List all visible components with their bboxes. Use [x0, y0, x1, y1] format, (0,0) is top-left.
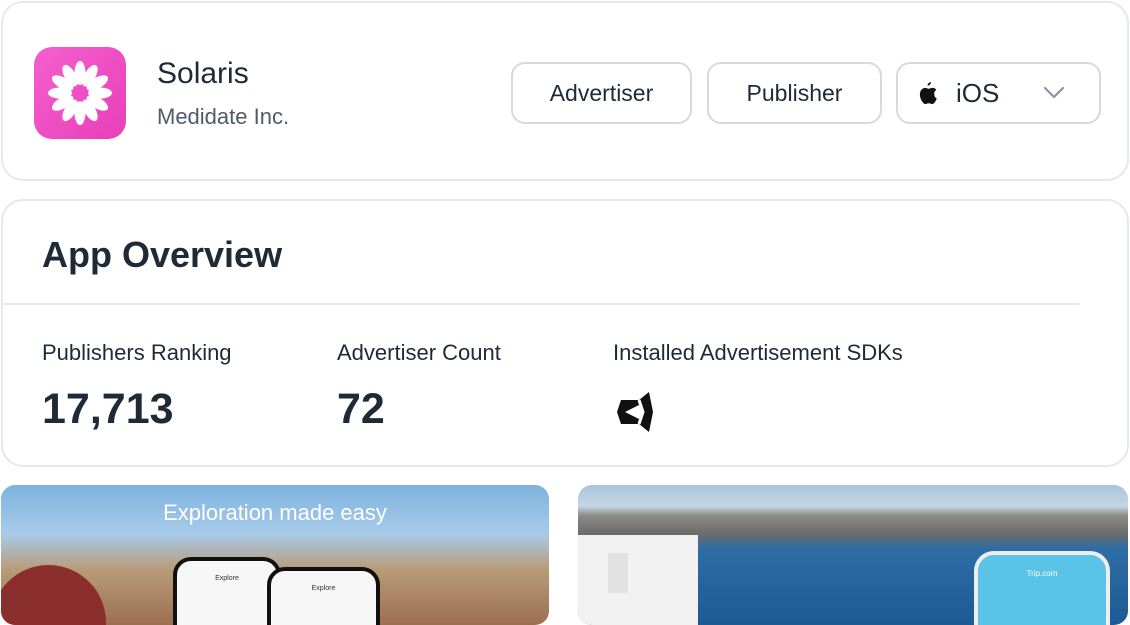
phone-mockup: Explore [267, 567, 380, 625]
platform-label: iOS [956, 77, 1000, 108]
advertiser-count-value: 72 [337, 385, 385, 433]
app-company: Medidate Inc. [157, 104, 290, 129]
town-image [578, 535, 698, 625]
app-header-card: Solaris Medidate Inc. Advertiser Publish… [1, 1, 1129, 181]
publisher-button[interactable]: Publisher [707, 62, 882, 124]
app-screenshot[interactable]: Exploration made easy Explore Explore [1, 485, 549, 625]
installed-sdks-label: Installed Advertisement SDKs [613, 340, 903, 365]
publishers-ranking-value: 17,713 [42, 385, 174, 433]
screenshot-caption: Exploration made easy [163, 500, 387, 525]
phone-title: Explore [215, 575, 239, 582]
unity-icon[interactable] [613, 388, 659, 434]
platform-select[interactable]: iOS [896, 62, 1101, 124]
divider [3, 303, 1079, 305]
advertiser-button-label: Advertiser [549, 79, 654, 106]
app-icon [34, 47, 126, 139]
section-title: App Overview [42, 234, 283, 275]
apple-icon [919, 82, 937, 105]
publisher-button-label: Publisher [746, 79, 843, 106]
flower-icon [48, 61, 112, 125]
phone-title: Explore [311, 585, 336, 592]
town-image [608, 553, 628, 593]
phone-mockup: Trip.com [974, 551, 1110, 625]
publishers-ranking-label: Publishers Ranking [42, 340, 232, 365]
app-screenshot[interactable]: Trip.com [578, 485, 1128, 625]
hat-image [1, 565, 106, 625]
phone-title: Trip.com [1026, 569, 1058, 578]
app-overview-card: App Overview Publishers Ranking 17,713 A… [1, 199, 1129, 467]
app-name: Solaris [157, 57, 249, 90]
chevron-down-icon [1043, 86, 1065, 99]
phone-mockup: Explore [173, 557, 281, 625]
advertiser-count-label: Advertiser Count [337, 340, 501, 365]
advertiser-button[interactable]: Advertiser [511, 62, 692, 124]
